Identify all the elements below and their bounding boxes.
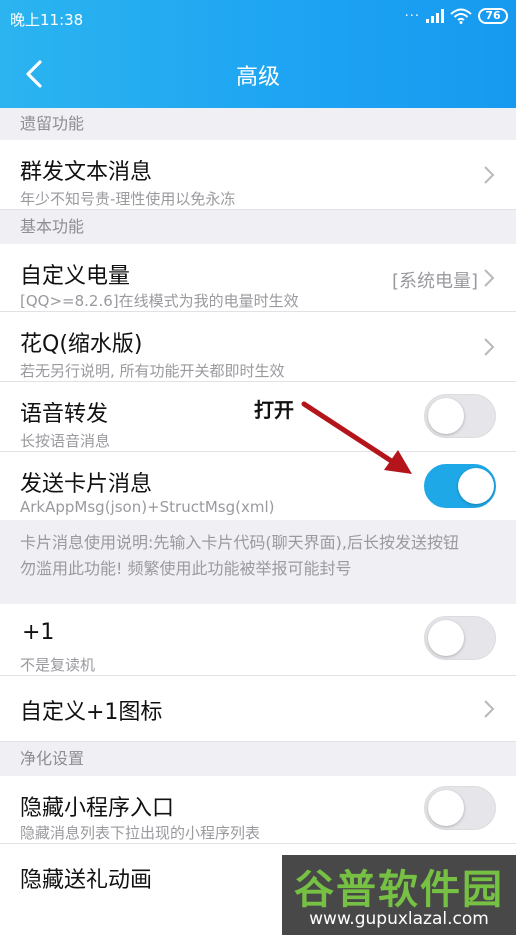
plus-one-toggle[interactable] — [424, 616, 496, 660]
row-subtitle: ArkAppMsg(json)+StructMsg(xml) — [20, 498, 275, 516]
section-header-purify: 净化设置 — [0, 742, 516, 776]
row-huaq[interactable]: 花Q(缩水版) 若无另行说明, 所有功能开关都即时生效 — [0, 312, 516, 382]
row-subtitle: 不是复读机 — [20, 656, 96, 674]
status-bar: 晚上11:38 ··· 76 — [0, 0, 516, 36]
status-time: 晚上11:38 — [10, 11, 84, 29]
note-line-usage: 卡片消息使用说明:先输入卡片代码(聊天界面),后长按发送按钮 — [20, 533, 459, 552]
watermark-logo: 谷普软件园 www.gupuxlazal.com — [282, 855, 516, 935]
row-mass-text[interactable]: 群发文本消息 年少不知号贵-理性使用以免永冻 — [0, 140, 516, 210]
card-message-toggle[interactable] — [424, 464, 496, 508]
chevron-right-icon — [484, 700, 495, 718]
row-title: 自定义+1图标 — [20, 700, 163, 725]
page-title: 高级 — [235, 65, 280, 90]
row-plus-one: +1 不是复读机 — [0, 604, 516, 676]
chevron-right-icon — [484, 269, 495, 287]
annotation-arrow-icon — [301, 401, 412, 474]
row-subtitle: 隐藏消息列表下拉出现的小程序列表 — [20, 824, 261, 842]
row-title: 发送卡片消息 — [20, 472, 153, 497]
section-header-legacy: 遗留功能 — [0, 108, 516, 140]
row-card-message: 发送卡片消息 ArkAppMsg(json)+StructMsg(xml) — [0, 452, 516, 520]
annotation-label: 打开 — [254, 398, 294, 422]
chevron-right-icon — [484, 338, 495, 356]
wifi-icon — [450, 8, 472, 24]
watermark-name: 谷普软件园 — [294, 867, 504, 913]
note-line-warning: 勿滥用此功能! 频繁使用此功能被举报可能封号 — [20, 559, 352, 578]
status-icons: ··· 76 — [405, 8, 508, 24]
card-message-note: 卡片消息使用说明:先输入卡片代码(聊天界面),后长按发送按钮 勿滥用此功能! 频… — [0, 520, 516, 604]
row-subtitle: 年少不知号贵-理性使用以免永冻 — [20, 190, 236, 208]
row-title: 隐藏送礼动画 — [20, 868, 153, 893]
row-hide-mini-program: 隐藏小程序入口 隐藏消息列表下拉出现的小程序列表 — [0, 776, 516, 844]
row-title: +1 — [22, 620, 55, 645]
row-title: 语音转发 — [20, 402, 109, 427]
row-custom-plus-one-icon[interactable]: 自定义+1图标 — [0, 676, 516, 742]
row-custom-battery[interactable]: 自定义电量 [QQ>=8.2.6]在线模式为我的电量时生效 [系统电量] — [0, 244, 516, 312]
battery-icon: 76 — [478, 8, 508, 24]
chevron-right-icon — [484, 166, 495, 184]
row-subtitle: 长按语音消息 — [20, 432, 111, 450]
row-title: 自定义电量 — [20, 264, 131, 289]
row-title: 群发文本消息 — [20, 160, 153, 185]
row-title: 花Q(缩水版) — [20, 332, 143, 357]
signal-icon — [426, 9, 444, 23]
voice-forward-toggle[interactable] — [424, 394, 496, 438]
section-header-basic: 基本功能 — [0, 210, 516, 244]
more-dots-icon: ··· — [404, 8, 420, 24]
app-header: 晚上11:38 ··· 76 高级 — [0, 0, 516, 108]
watermark-url: www.gupuxlazal.com — [309, 909, 489, 929]
row-title: 隐藏小程序入口 — [20, 796, 175, 821]
row-subtitle: [QQ>=8.2.6]在线模式为我的电量时生效 — [20, 292, 299, 310]
nav-bar: 高级 — [0, 46, 516, 102]
hide-mini-program-toggle[interactable] — [424, 786, 496, 830]
battery-value: [系统电量] — [391, 271, 478, 292]
row-subtitle: 若无另行说明, 所有功能开关都即时生效 — [20, 362, 285, 380]
